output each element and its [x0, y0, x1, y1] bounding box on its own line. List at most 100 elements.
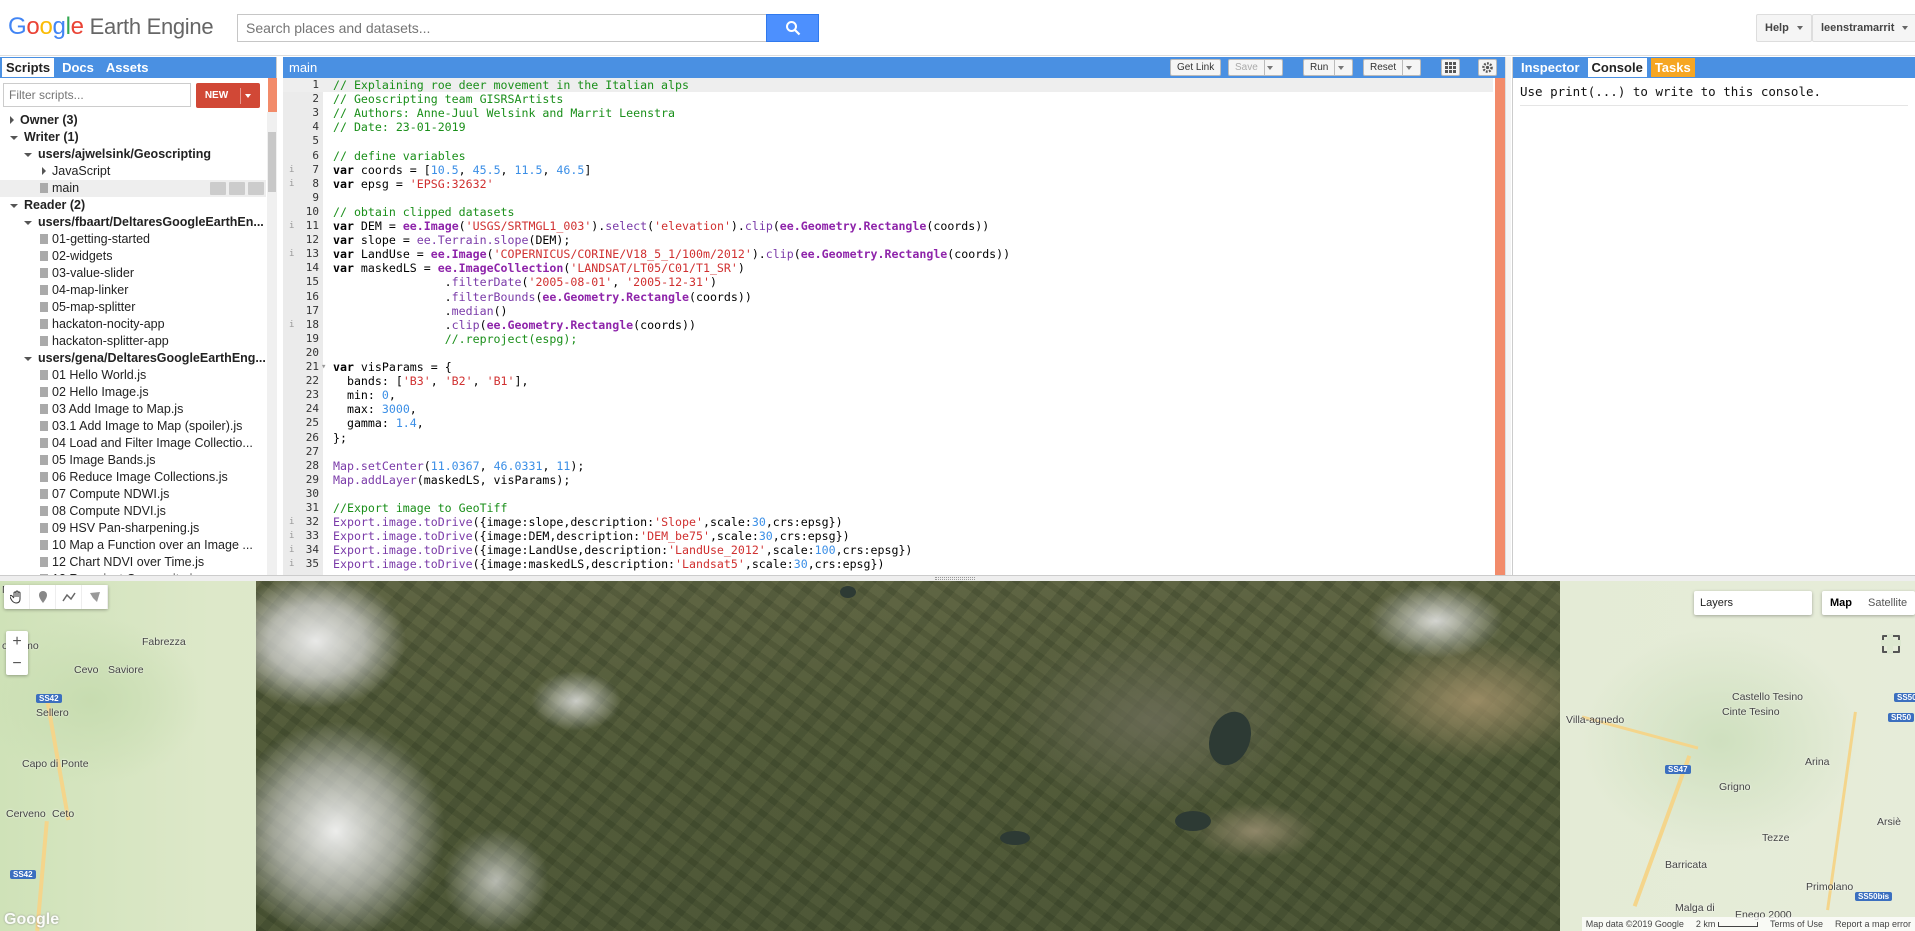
apps-button[interactable]	[1441, 59, 1460, 76]
code-line[interactable]: 35 i Export.image.toDrive({image:maskedLS,…	[283, 557, 1493, 571]
reset-button[interactable]: Reset	[1363, 59, 1422, 76]
script-file-item[interactable]: 03.1 Add Image to Map (spoiler).js	[0, 418, 266, 435]
script-file-item[interactable]: 01-getting-started	[0, 231, 266, 248]
code-line[interactable]: 22 bands: ['B3', 'B2', 'B1'],	[283, 374, 1493, 388]
draw-line-button[interactable]	[56, 585, 82, 609]
script-folder-item[interactable]: users/gena/DeltaresGoogleEarthEng...	[0, 350, 266, 367]
code-line[interactable]: 10 // obtain clipped datasets	[283, 205, 1493, 219]
code-line[interactable]: 1 // Explaining roe deer movement in the …	[283, 78, 1493, 92]
delete-icon[interactable]	[248, 182, 264, 195]
user-menu-button[interactable]: leenstramarrit	[1812, 14, 1915, 42]
scrollbar-thumb[interactable]	[268, 132, 276, 192]
code-line[interactable]: 6 // define variables	[283, 149, 1493, 163]
script-file-item[interactable]: 04 Load and Filter Image Collectio...	[0, 435, 266, 452]
map-type-satellite-button[interactable]: Satellite	[1860, 591, 1915, 615]
script-file-item[interactable]: 03-value-slider	[0, 265, 266, 282]
filter-scripts-input[interactable]	[3, 83, 191, 107]
code-area[interactable]: 1 // Explaining roe deer movement in the …	[283, 78, 1495, 575]
map-type-map-button[interactable]: Map	[1822, 591, 1860, 615]
code-line[interactable]: 19 //.reproject(espg);	[283, 332, 1493, 346]
code-line[interactable]: 2 // Geoscripting team GISRSArtists	[283, 92, 1493, 106]
draw-shape-button[interactable]	[82, 585, 108, 609]
script-file-item[interactable]: 09 HSV Pan-sharpening.js	[0, 520, 266, 537]
code-line[interactable]: 27	[283, 445, 1493, 459]
earth-engine-logo[interactable]: Google Earth Engine	[8, 13, 214, 41]
tab-docs[interactable]: Docs	[58, 58, 98, 77]
terms-link[interactable]: Terms of Use	[1770, 919, 1823, 929]
script-file-item[interactable]: 04-map-linker	[0, 282, 266, 299]
script-file-item[interactable]: 02-widgets	[0, 248, 266, 265]
code-line[interactable]: 18 i .clip(ee.Geometry.Rectangle(coords))	[283, 318, 1493, 332]
code-line[interactable]: 5	[283, 134, 1493, 148]
map-view[interactable]: Malonnoo DemoFabrezzaCevoSavioreSelleroC…	[0, 581, 1915, 931]
code-line[interactable]: 34 i Export.image.toDrive({image:LandUse,d…	[283, 543, 1493, 557]
script-file-item[interactable]: main	[0, 180, 266, 197]
report-error-link[interactable]: Report a map error	[1835, 919, 1911, 929]
script-file-item[interactable]: 06 Reduce Image Collections.js	[0, 469, 266, 486]
add-marker-button[interactable]	[30, 585, 56, 609]
panel-resize-handle[interactable]	[268, 78, 277, 112]
get-link-button[interactable]: Get Link	[1170, 59, 1222, 76]
script-file-item[interactable]: 03 Add Image to Map.js	[0, 401, 266, 418]
run-dropdown[interactable]	[1334, 59, 1346, 76]
layers-button[interactable]: Layers	[1694, 591, 1812, 615]
editor-scrollbar[interactable]	[1495, 78, 1505, 575]
code-line[interactable]: 8 i var epsg = 'EPSG:32632'	[283, 177, 1493, 191]
code-line[interactable]: 20	[283, 346, 1493, 360]
run-button[interactable]: Run	[1303, 59, 1354, 76]
script-file-item[interactable]: 12 Chart NDVI over Time.js	[0, 554, 266, 571]
script-folder-item[interactable]: users/ajwelsink/Geoscripting	[0, 146, 266, 163]
pan-tool-button[interactable]	[4, 585, 30, 609]
script-folder-item[interactable]: Reader (2)	[0, 197, 266, 214]
scripts-scrollbar[interactable]	[267, 112, 277, 575]
new-button[interactable]: NEW	[196, 83, 260, 108]
code-line[interactable]: 16 .filterBounds(ee.Geometry.Rectangle(c…	[283, 290, 1493, 304]
code-line[interactable]: 14 var maskedLS = ee.ImageCollection('LAN…	[283, 261, 1493, 275]
code-line[interactable]: 28 Map.setCenter(11.0367, 46.0331, 11);	[283, 459, 1493, 473]
code-line[interactable]: 32 i Export.image.toDrive({image:slope,des…	[283, 515, 1493, 529]
script-folder-item[interactable]: Owner (3)	[0, 112, 266, 129]
save-dropdown[interactable]	[1263, 59, 1276, 76]
code-line[interactable]: 17 .median()	[283, 304, 1493, 318]
code-line[interactable]: 26};	[283, 431, 1493, 445]
fullscreen-icon[interactable]	[1881, 634, 1901, 654]
code-line[interactable]: 33 i Export.image.toDrive({image:DEM,descr…	[283, 529, 1493, 543]
tab-inspector[interactable]: Inspector	[1517, 58, 1584, 77]
code-line[interactable]: 30	[283, 487, 1493, 501]
save-button[interactable]: Save	[1228, 59, 1283, 76]
script-file-item[interactable]: 07 Compute NDWI.js	[0, 486, 266, 503]
zoom-out-button[interactable]: −	[6, 653, 28, 675]
script-folder-item[interactable]: users/fbaart/DeltaresGoogleEarthEn...	[0, 214, 266, 231]
help-button[interactable]: Help	[1756, 14, 1812, 42]
script-file-item[interactable]: 10 Map a Function over an Image ...	[0, 537, 266, 554]
code-line[interactable]: 12 var slope = ee.Terrain.slope(DEM);	[283, 233, 1493, 247]
panel-resize-handle[interactable]	[1505, 57, 1511, 575]
code-line[interactable]: 7 i var coords = [10.5, 45.5, 11.5, 46.5]	[283, 163, 1493, 177]
fold-arrow-icon[interactable]: ▾	[321, 360, 326, 374]
edit-icon[interactable]	[229, 182, 245, 195]
code-line[interactable]: 23 min: 0,	[283, 388, 1493, 402]
search-input[interactable]	[237, 14, 766, 42]
code-line[interactable]: 29 Map.addLayer(maskedLS, visParams);	[283, 473, 1493, 487]
code-line[interactable]: 31 //Export image to GeoTiff	[283, 501, 1493, 515]
script-file-item[interactable]: 01 Hello World.js	[0, 367, 266, 384]
splitter-grip[interactable]	[935, 577, 975, 580]
script-file-item[interactable]: 05-map-splitter	[0, 299, 266, 316]
search-button[interactable]	[766, 14, 819, 42]
tab-console[interactable]: Console	[1587, 58, 1647, 77]
code-line[interactable]: 13 i var LandUse = ee.Image('COPERNICUS/CO…	[283, 247, 1493, 261]
code-line[interactable]: 25 gamma: 1.4,	[283, 416, 1493, 430]
zoom-in-button[interactable]: +	[6, 631, 28, 653]
script-file-item[interactable]: 05 Image Bands.js	[0, 452, 266, 469]
code-line[interactable]: 15 .filterDate('2005-08-01', '2005-12-31…	[283, 275, 1493, 289]
code-line[interactable]: 21 ▾ var visParams = {	[283, 360, 1493, 374]
code-line[interactable]: 9	[283, 191, 1493, 205]
tab-assets[interactable]: Assets	[102, 58, 153, 77]
settings-button[interactable]	[1478, 59, 1497, 76]
script-folder-item[interactable]: JavaScript	[0, 163, 266, 180]
code-line[interactable]: 4 // Date: 23-01-2019	[283, 120, 1493, 134]
script-file-item[interactable]: hackaton-splitter-app	[0, 333, 266, 350]
history-icon[interactable]	[210, 182, 226, 195]
tab-tasks[interactable]: Tasks	[1650, 58, 1695, 77]
reset-dropdown[interactable]	[1402, 59, 1414, 76]
